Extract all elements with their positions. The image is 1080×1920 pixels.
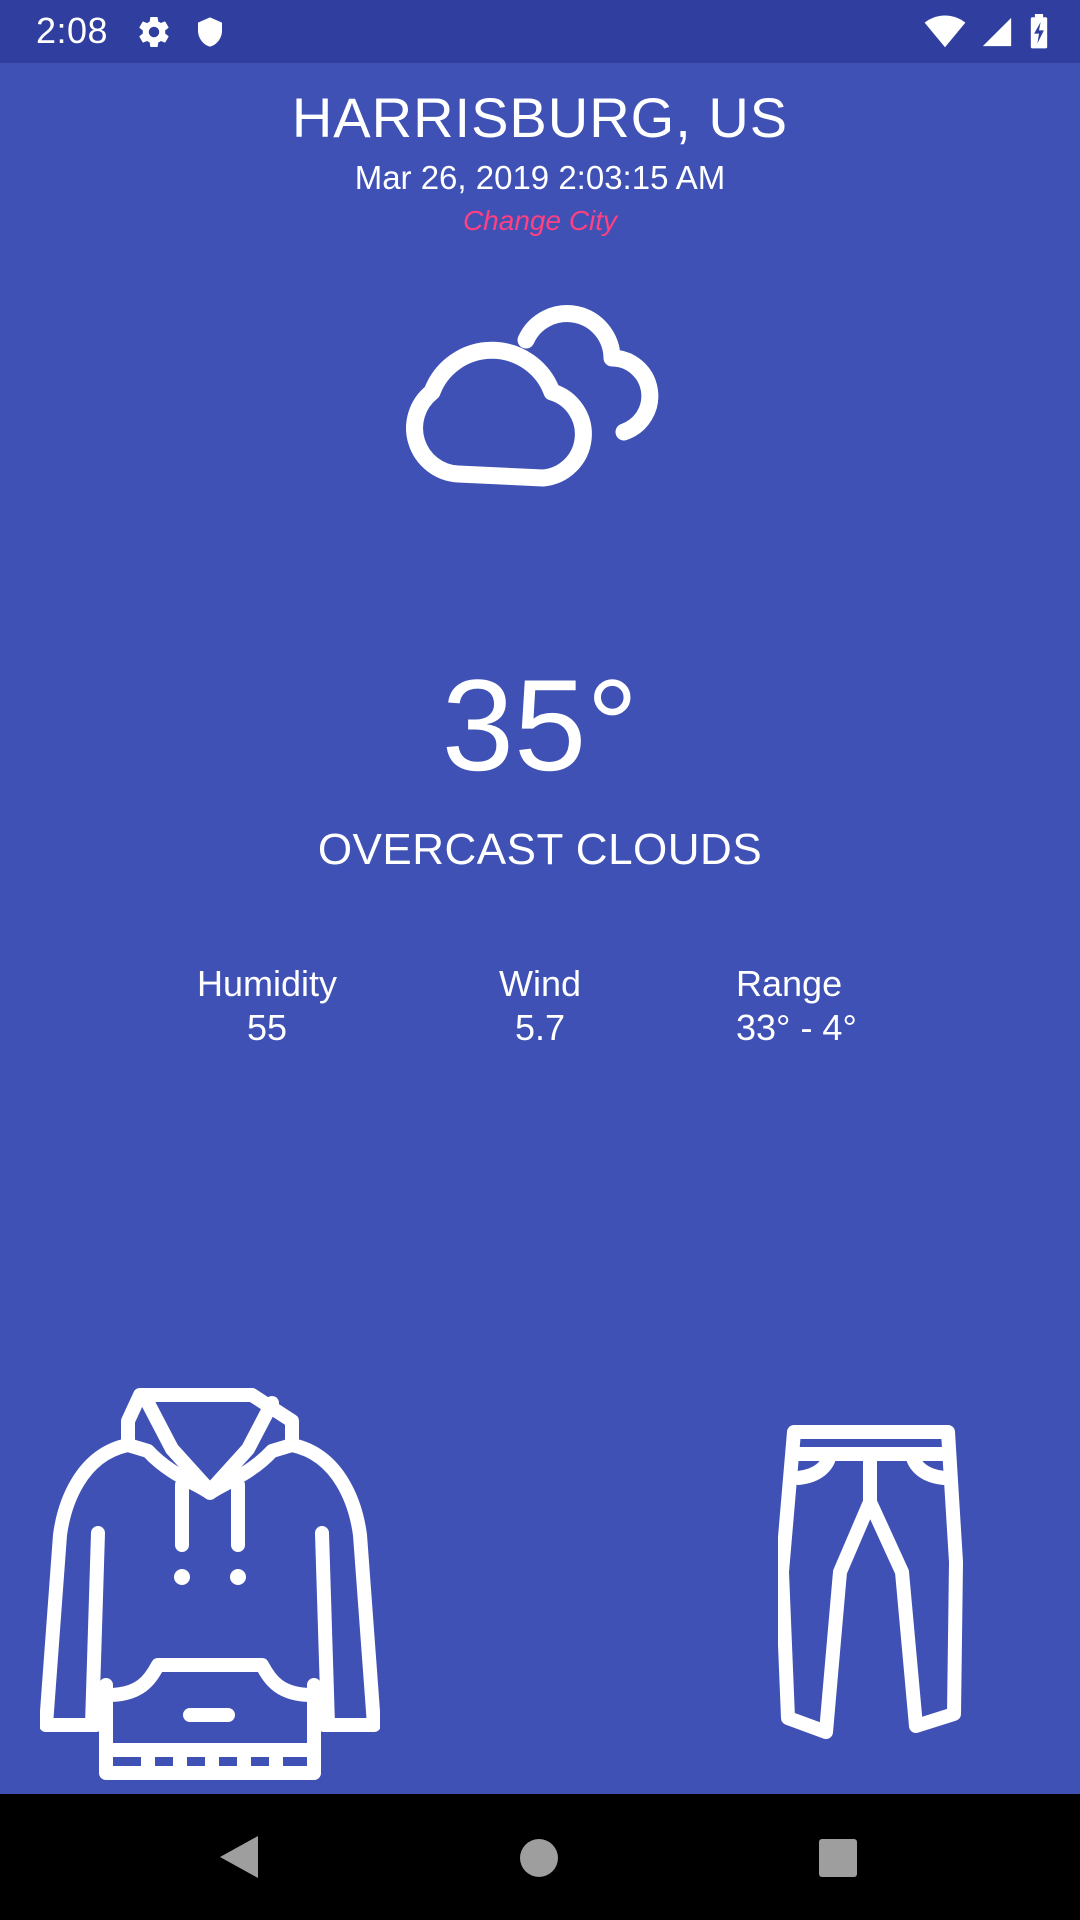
- pants-icon: [778, 1425, 963, 1739]
- status-right-icons: [924, 14, 1050, 50]
- wifi-icon: [924, 15, 966, 48]
- humidity-value: 55: [246, 1007, 288, 1048]
- temperature: 35°: [441, 652, 639, 798]
- cloudy-icon: [406, 305, 659, 487]
- date-time: Mar 26, 2019 2:03:15 AM: [354, 159, 726, 196]
- city-name: HARRISBURG, US: [291, 86, 789, 149]
- battery-charging-icon: [1030, 14, 1048, 49]
- range-stat: Range 33° - 4°: [736, 962, 864, 1050]
- range-label: Range: [736, 963, 843, 1004]
- wind-stat: Wind 5.7: [478, 962, 602, 1050]
- humidity-stat: Humidity 55: [193, 962, 341, 1050]
- humidity-label: Humidity: [196, 963, 338, 1004]
- status-time: 2:08: [36, 10, 109, 51]
- gear-icon: [139, 17, 169, 48]
- range-value: 33° - 4°: [736, 1007, 857, 1048]
- status-bar: 2:08: [0, 0, 1080, 63]
- shield-icon: [198, 17, 222, 47]
- change-city-link[interactable]: Change City: [463, 202, 617, 240]
- location-header: HARRISBURG, US Mar 26, 2019 2:03:15 AM C…: [0, 80, 1080, 240]
- recents-icon[interactable]: [818, 1838, 858, 1878]
- back-icon[interactable]: [218, 1834, 260, 1880]
- weather-condition: OVERCAST CLOUDS: [317, 825, 763, 874]
- wind-value: 5.7: [514, 1007, 566, 1048]
- hoodie-icon: [40, 1388, 380, 1780]
- home-icon[interactable]: [519, 1838, 559, 1878]
- wind-label: Wind: [498, 963, 582, 1004]
- cell-signal-icon: [982, 17, 1012, 47]
- status-left-icons: [136, 14, 226, 50]
